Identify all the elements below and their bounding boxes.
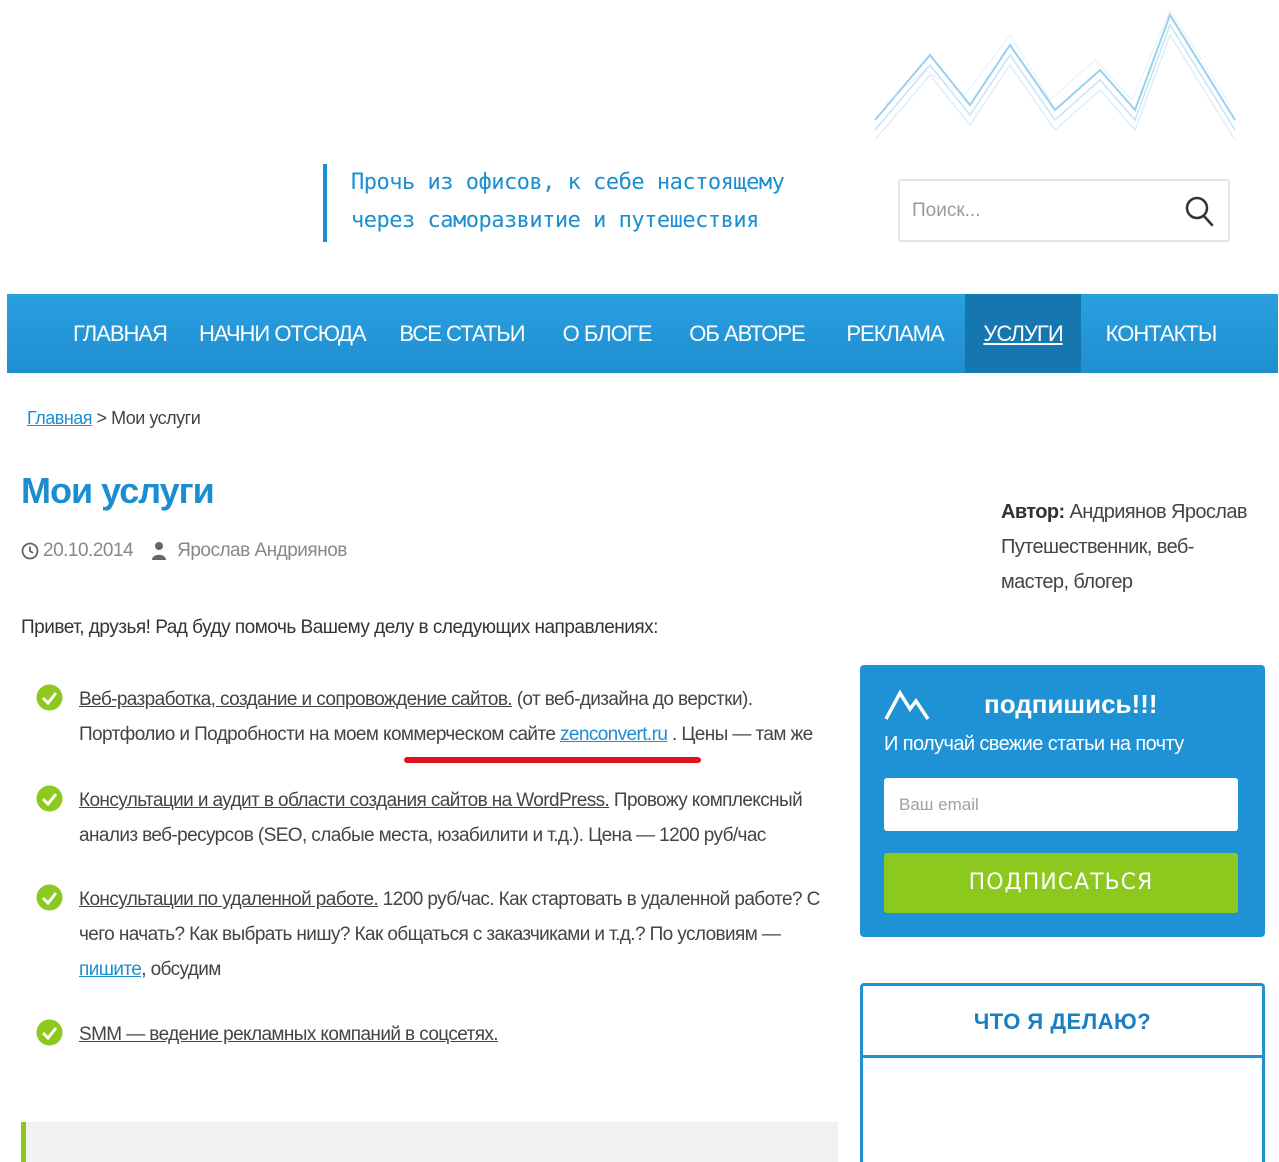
main-nav: ГЛАВНАЯ НАЧНИ ОТСЮДА ВСЕ СТАТЬИ О БЛОГЕ … bbox=[7, 294, 1278, 373]
author-label: Автор: bbox=[1001, 501, 1065, 523]
red-underline-highlight bbox=[404, 757, 701, 763]
breadcrumb-separator: > bbox=[96, 408, 108, 428]
tagline-line-2: через саморазвитие и путешествия bbox=[351, 208, 759, 233]
service-desc-tail: , обсудим bbox=[141, 959, 221, 980]
nav-item-contacts[interactable]: КОНТАКТЫ bbox=[1097, 294, 1225, 373]
breadcrumb: Главная > Мои услуги bbox=[27, 408, 201, 429]
check-icon bbox=[36, 684, 63, 711]
what-i-do-title: ЧТО Я ДЕЛАЮ? bbox=[863, 986, 1262, 1058]
quote-box bbox=[21, 1122, 838, 1162]
service-link-consulting-wp[interactable]: Консультации и аудит в области создания … bbox=[79, 790, 610, 811]
nav-item-advertising[interactable]: РЕКЛАМА bbox=[839, 294, 951, 373]
page-title: Мои услуги bbox=[21, 470, 215, 511]
search-input[interactable] bbox=[912, 197, 1172, 225]
service-link-remote-work[interactable]: Консультации по удаленной работе. bbox=[79, 889, 379, 910]
service-link-smm[interactable]: SMM — ведение рекламных компаний в соцсе… bbox=[79, 1024, 499, 1045]
write-link[interactable]: пишите bbox=[79, 959, 142, 980]
service-text: Консультации и аудит в области создания … bbox=[79, 783, 839, 853]
post-meta: 20.10.2014 Ярослав Андриянов bbox=[21, 540, 347, 562]
nav-item-about-author[interactable]: ОБ АВТОРЕ bbox=[687, 294, 807, 373]
nav-item-about-blog[interactable]: О БЛОГЕ bbox=[559, 294, 655, 373]
what-i-do-widget: ЧТО Я ДЕЛАЮ? bbox=[860, 983, 1265, 1162]
service-text: Консультации по удаленной работе. 1200 р… bbox=[79, 882, 839, 987]
tagline-line-1: Прочь из офисов, к себе настоящему bbox=[351, 170, 785, 195]
author-name: Андриянов Ярослав bbox=[1064, 501, 1247, 523]
site-tagline: Прочь из офисов, к себе настоящему через… bbox=[323, 164, 785, 242]
author-box: Автор: Андриянов Ярослав Путешественник,… bbox=[1001, 495, 1261, 600]
subscribe-button[interactable]: ПОДПИСАТЬСЯ bbox=[884, 853, 1238, 913]
zenconvert-link[interactable]: zenconvert.ru bbox=[560, 724, 668, 745]
search-box bbox=[898, 179, 1230, 242]
mountain-icon bbox=[884, 689, 930, 720]
subscribe-panel: подпишись!!! И получай свежие статьи на … bbox=[860, 665, 1265, 937]
post-date: 20.10.2014 bbox=[43, 540, 134, 561]
user-icon bbox=[152, 542, 167, 560]
check-icon bbox=[36, 1019, 63, 1046]
post-author: Ярослав Андриянов bbox=[151, 540, 347, 562]
nav-item-home[interactable]: ГЛАВНАЯ bbox=[63, 294, 177, 373]
subscribe-desc: И получай свежие статьи на почту bbox=[884, 733, 1184, 755]
post-author-name[interactable]: Ярослав Андриянов bbox=[177, 540, 347, 562]
nav-item-services[interactable]: УСЛУГИ bbox=[965, 294, 1081, 373]
check-icon bbox=[36, 785, 63, 812]
service-link-web-dev[interactable]: Веб-разработка, создание и сопровождение… bbox=[79, 689, 513, 710]
breadcrumb-home-link[interactable]: Главная bbox=[27, 408, 93, 428]
intro-text: Привет, друзья! Рад буду помочь Вашему д… bbox=[21, 617, 658, 638]
service-text: Веб-разработка, создание и сопровождение… bbox=[79, 682, 839, 752]
email-field[interactable] bbox=[884, 778, 1238, 831]
clock-icon bbox=[21, 542, 39, 560]
nav-item-start-here[interactable]: НАЧНИ ОТСЮДА bbox=[199, 294, 367, 373]
nav-item-all-articles[interactable]: ВСЕ СТАТЬИ bbox=[397, 294, 527, 373]
service-text: SMM — ведение рекламных компаний в соцсе… bbox=[79, 1017, 839, 1052]
search-icon[interactable] bbox=[1184, 195, 1216, 229]
service-desc-tail: . Цены — там же bbox=[667, 724, 813, 745]
subscribe-title: подпишись!!! bbox=[984, 689, 1158, 719]
breadcrumb-current: Мои услуги bbox=[111, 408, 201, 428]
check-icon bbox=[36, 884, 63, 911]
mountains-logo-icon[interactable] bbox=[870, 10, 1250, 150]
author-desc: Путешественник, веб-мастер, блогер bbox=[1001, 536, 1194, 593]
